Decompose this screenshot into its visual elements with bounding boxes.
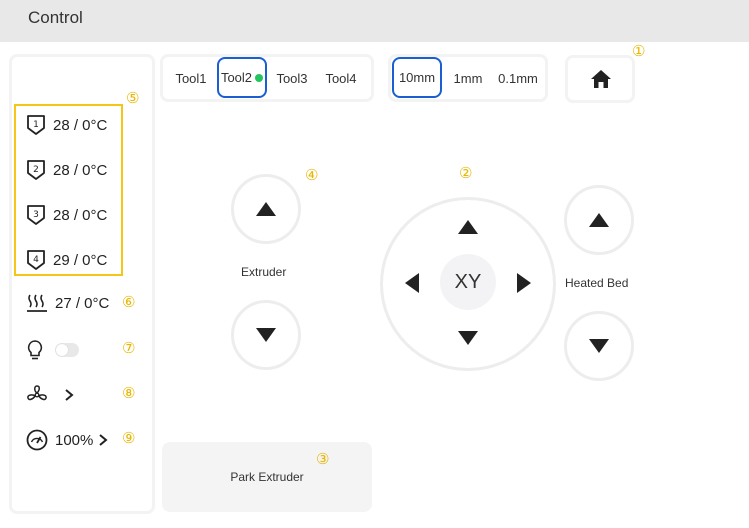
svg-text:4: 4 [33,255,39,265]
bed-temp-row[interactable]: 27 / 0°C [26,293,109,313]
park-extruder-button[interactable]: Park Extruder [162,442,372,512]
annotation-marker-3: ③ [316,450,330,468]
fan-icon [27,385,47,401]
triangle-up-icon [256,202,276,216]
heated-bed-icon [27,294,47,312]
annotation-marker-9: ⑨ [122,429,136,447]
page-title: Control [28,8,83,27]
extruder-temp-row-1[interactable]: 1 28 / 0°C [26,114,107,136]
park-extruder-label: Park Extruder [230,470,304,484]
extruder-2-temp: 28 / 0°C [53,161,108,179]
extruder-3-temp: 28 / 0°C [53,206,108,224]
extruder-1-temp: 28 / 0°C [53,116,108,134]
bed-up-button[interactable] [564,185,634,255]
tool-label: Tool3 [276,70,308,86]
extruder-temp-row-2[interactable]: 2 28 / 0°C [26,159,107,181]
home-icon [591,70,611,88]
chevron-right-icon [65,389,74,401]
tool-button-3[interactable]: Tool3 [271,63,313,93]
extruder-4-icon: 4 [27,250,45,270]
triangle-up-icon [589,213,609,227]
annotation-marker-8: ⑧ [122,384,136,402]
jog-y-minus-icon[interactable] [457,330,479,346]
annotation-marker-5: ⑤ [126,89,140,107]
step-button-0-1mm[interactable]: 0.1mm [494,63,542,93]
step-label: 10mm [398,70,436,85]
triangle-down-icon [256,328,276,342]
svg-text:3: 3 [33,210,39,220]
light-row [26,339,51,361]
active-status-dot [255,73,264,82]
svg-text:1: 1 [33,120,39,130]
speed-row[interactable]: 100% [26,429,118,451]
extruder-label: Extruder [241,265,287,279]
xy-home-button[interactable]: XY [440,254,496,310]
extruder-3-icon: 3 [27,205,45,225]
annotation-marker-1: ① [632,42,646,60]
tool-button-2[interactable]: Tool2 [217,57,267,98]
fan-row[interactable] [26,384,84,406]
speedometer-icon [26,429,48,451]
xy-label: XY [454,270,482,293]
jog-x-plus-icon[interactable] [516,272,532,294]
light-toggle-knob [56,344,68,356]
svg-text:2: 2 [33,165,39,175]
extruder-2-icon: 2 [27,160,45,180]
step-button-1mm[interactable]: 1mm [448,63,488,93]
jog-x-minus-icon[interactable] [404,272,420,294]
header-bar: Control [0,0,749,42]
step-button-10mm[interactable]: 10mm [392,57,442,98]
heated-bed-label: Heated Bed [565,276,629,290]
tool-button-4[interactable]: Tool4 [320,63,362,93]
annotation-marker-7: ⑦ [122,339,136,357]
extruder-4-temp: 29 / 0°C [53,251,108,269]
extruder-temp-row-4[interactable]: 4 29 / 0°C [26,249,107,271]
triangle-down-icon [589,339,609,353]
bed-down-button[interactable] [564,311,634,381]
annotation-marker-6: ⑥ [122,293,136,311]
extruder-temp-row-3[interactable]: 3 28 / 0°C [26,204,107,226]
home-button[interactable] [565,55,635,103]
light-toggle[interactable] [55,343,79,357]
extruder-up-button[interactable] [231,174,301,244]
tool-label: Tool4 [325,70,357,86]
tool-label: Tool1 [175,70,207,86]
step-label: 0.1mm [498,70,538,86]
light-bulb-icon [27,340,43,360]
chevron-right-icon [99,434,108,446]
speed-value: 100% [55,431,94,449]
jog-y-plus-icon[interactable] [457,219,479,235]
bed-temp: 27 / 0°C [55,294,110,312]
tool-button-1[interactable]: Tool1 [170,63,212,93]
annotation-marker-2: ② [459,164,473,182]
tool-label: Tool2 [220,70,253,85]
extruder-down-button[interactable] [231,300,301,370]
step-label: 1mm [453,70,483,86]
extruder-1-icon: 1 [27,115,45,135]
annotation-marker-4: ④ [305,166,319,184]
